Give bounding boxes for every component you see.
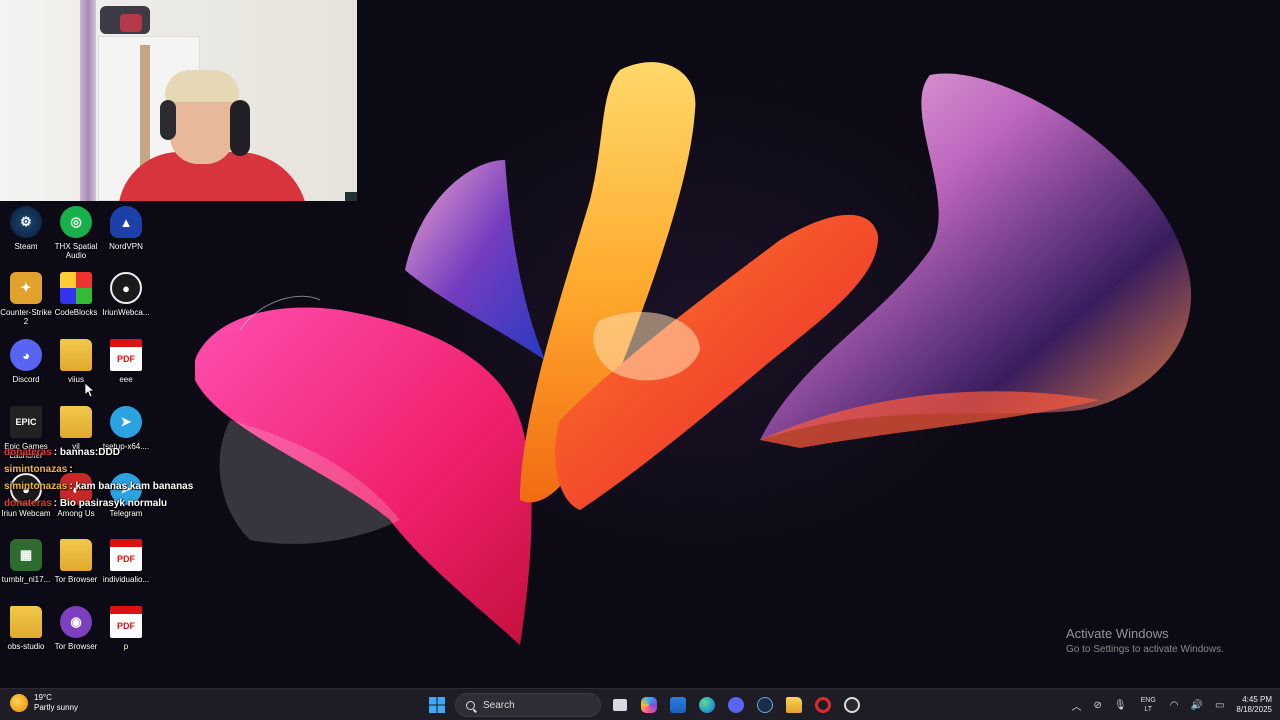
steam-taskbar-button[interactable] — [752, 692, 778, 718]
system-tray: ︿ ⊘ 🎙 ENG LT ◠ 🔊 ▭ 4:45 PM 8/18/2025 — [1066, 692, 1273, 718]
codeblocks-icon — [60, 272, 92, 304]
tor-browser-icon: ◉ — [60, 606, 92, 638]
clock-time: 4:45 PM — [1242, 695, 1272, 704]
desktop-icon-counter-strike-2[interactable]: ✦ Counter-Strike 2 — [0, 272, 52, 326]
partly-sunny-icon — [10, 694, 28, 712]
discord-icon: ◕ — [10, 339, 42, 371]
file-explorer-icon — [786, 697, 802, 713]
weather-temp: 19°C — [34, 693, 52, 702]
nordvpn-icon: ▲ — [110, 206, 142, 238]
taskbar-search-box[interactable]: Search — [455, 693, 601, 717]
pdf-icon: PDF — [110, 339, 142, 371]
volume-icon[interactable]: 🔊 — [1191, 700, 1203, 711]
chat-username: simintonazas — [4, 481, 68, 492]
watermark-subtitle: Go to Settings to activate Windows. — [1066, 644, 1224, 655]
edge-button[interactable] — [694, 692, 720, 718]
obs-taskbar-button[interactable] — [839, 692, 865, 718]
mouse-cursor-icon — [85, 383, 95, 397]
language-code: ENG — [1140, 697, 1156, 704]
stream-chat-overlay: donateras: bannas:DDD simintonazas: simi… — [4, 444, 193, 512]
search-icon — [466, 700, 475, 710]
task-view-button[interactable] — [607, 692, 633, 718]
desktop-icon-discord[interactable]: ◕ Discord — [0, 339, 52, 384]
iriun-webcam-icon: ● — [110, 272, 142, 304]
wifi-icon[interactable]: ◠ — [1170, 700, 1179, 711]
desktop-icon-obs-studio[interactable]: obs-studio — [0, 606, 52, 651]
discord-icon — [728, 697, 744, 713]
watermark-title: Activate Windows — [1066, 626, 1169, 641]
chat-message: donateras: bannas:DDD — [4, 444, 193, 461]
taskbar-apps: Search — [424, 692, 868, 718]
show-hidden-icons-chevron-icon[interactable]: ︿ — [1072, 698, 1082, 713]
desktop-icon-tor-browser[interactable]: ◉ Tor Browser — [50, 606, 102, 651]
obs-icon — [844, 697, 860, 713]
clock[interactable]: 4:45 PM 8/18/2025 — [1236, 695, 1272, 715]
chat-message: simintonazas: — [4, 461, 193, 478]
thx-icon: ◎ — [60, 206, 92, 238]
telegram-setup-icon: ➤ — [110, 406, 142, 438]
microsoft-store-button[interactable] — [665, 692, 691, 718]
file-explorer-button[interactable] — [781, 692, 807, 718]
opera-button[interactable] — [810, 692, 836, 718]
taskbar: 19°C Partly sunny Search ︿ ⊘ 🎙 ENG LT ◠ … — [0, 688, 1280, 720]
chat-message: donateras: Bio pasirasyk normalu — [4, 495, 193, 512]
discord-taskbar-button[interactable] — [723, 692, 749, 718]
steam-icon: ⚙ — [10, 206, 42, 238]
image-file-icon: ▦ — [10, 539, 42, 571]
steam-icon — [757, 697, 773, 713]
desktop-icon-viius-folder[interactable]: viius — [50, 339, 102, 384]
pdf-icon: PDF — [110, 539, 142, 571]
chat-text: : Bio pasirasyk normalu — [53, 498, 168, 509]
chat-username: simintonazas — [4, 464, 68, 475]
desktop-icon-tor-browser-folder[interactable]: Tor Browser — [50, 539, 102, 584]
desktop-icon-steam[interactable]: ⚙ Steam — [0, 206, 52, 251]
chat-username: donateras — [4, 498, 52, 509]
counter-strike-icon: ✦ — [10, 272, 42, 304]
folder-icon — [60, 406, 92, 438]
copilot-button[interactable] — [636, 692, 662, 718]
region-code: LT — [1144, 706, 1152, 713]
chat-username: donateras — [4, 447, 52, 458]
desktop-icon-iriun-webcam-shortcut[interactable]: ● IriunWebca... — [100, 272, 152, 317]
webcam-overlay — [0, 0, 357, 201]
weather-widget[interactable]: 19°C Partly sunny — [10, 693, 78, 713]
chat-text: : kam banas kam bananas — [69, 481, 194, 492]
folder-icon — [60, 539, 92, 571]
battery-icon[interactable]: ▭ — [1215, 700, 1224, 711]
windows-start-icon — [429, 697, 445, 713]
desktop-icon-eee-pdf[interactable]: PDF eee — [100, 339, 152, 384]
epic-games-icon: EPIC — [10, 406, 42, 438]
weather-condition: Partly sunny — [34, 703, 79, 712]
edge-icon — [699, 697, 715, 713]
desktop-icon-tumblr-image[interactable]: ▦ tumblr_ni17... — [0, 539, 52, 584]
microphone-icon[interactable]: 🎙 — [1114, 700, 1127, 711]
store-icon — [670, 697, 686, 713]
search-placeholder: Search — [483, 699, 515, 711]
network-icon[interactable]: ⊘ — [1094, 700, 1102, 711]
language-indicator[interactable]: ENG LT — [1141, 696, 1156, 714]
copilot-icon — [641, 697, 657, 713]
desktop-icon-nordvpn[interactable]: ▲ NordVPN — [100, 206, 152, 251]
start-button[interactable] — [424, 692, 450, 718]
desktop-icon-individualio-pdf[interactable]: PDF individualio... — [100, 539, 152, 584]
chat-text: : — [69, 464, 73, 475]
chat-text: : bannas:DDD — [53, 447, 120, 458]
folder-icon — [10, 606, 42, 638]
pdf-icon: PDF — [110, 606, 142, 638]
task-view-icon — [613, 699, 627, 711]
desktop-icon-p-pdf[interactable]: PDF p — [100, 606, 152, 651]
desktop-icon-thx-spatial-audio[interactable]: ◎ THX Spatial Audio — [50, 206, 102, 260]
desktop-icon-codeblocks[interactable]: CodeBlocks — [50, 272, 102, 317]
clock-date: 8/18/2025 — [1236, 705, 1272, 714]
folder-icon — [60, 339, 92, 371]
opera-icon — [815, 697, 831, 713]
activate-windows-watermark: Activate Windows Go to Settings to activ… — [1066, 626, 1224, 655]
chat-message: simintonazas: kam banas kam bananas — [4, 478, 193, 495]
